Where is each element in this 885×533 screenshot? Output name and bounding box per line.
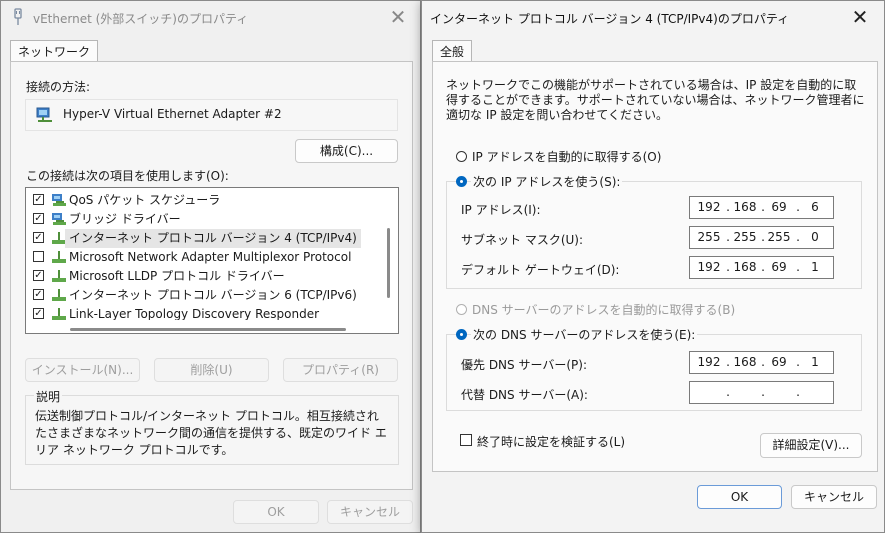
title-bar[interactable]: vEthernet (外部スイッチ)のプロパティ ✕ bbox=[1, 1, 420, 35]
octet: 6 bbox=[811, 200, 819, 214]
network-service-icon bbox=[52, 213, 66, 225]
tab-network[interactable]: ネットワーク bbox=[10, 40, 99, 62]
octet: 168 bbox=[733, 355, 757, 369]
ipv4-properties-window: インターネット プロトコル バージョン 4 (TCP/IPv4)のプロパティ ✕… bbox=[421, 0, 885, 533]
list-item-label: QoS パケット スケジューラ bbox=[69, 193, 221, 207]
ip-address-label: IP アドレス(I): bbox=[461, 203, 541, 217]
octet-separator: . bbox=[726, 385, 730, 399]
network-adapter-icon bbox=[14, 8, 22, 25]
tab-general[interactable]: 全般 bbox=[432, 40, 473, 62]
protocol-icon bbox=[52, 308, 66, 320]
components-list[interactable]: ✓ QoS パケット スケジューラ ✓ ブリッジ ドライバー ✓ インターネット… bbox=[25, 187, 399, 334]
validate-checkbox[interactable] bbox=[460, 434, 472, 446]
dns-manual-label: 次の DNS サーバーのアドレスを使う(E): bbox=[471, 326, 698, 343]
alternate-dns-input[interactable]: . . . bbox=[689, 381, 834, 404]
octet-separator: . bbox=[796, 385, 800, 399]
protocol-icon bbox=[52, 270, 66, 282]
close-icon: ✕ bbox=[851, 5, 869, 29]
ok-button[interactable]: OK bbox=[697, 485, 782, 509]
connect-using-label: 接続の方法: bbox=[26, 80, 91, 94]
list-item-label: Microsoft LLDP プロトコル ドライバー bbox=[69, 269, 285, 283]
checkbox[interactable]: ✓ bbox=[33, 270, 44, 281]
list-item-label: Microsoft Network Adapter Multiplexor Pr… bbox=[69, 250, 352, 264]
protocol-icon bbox=[52, 251, 66, 263]
ip-manual-radio[interactable] bbox=[456, 176, 467, 187]
octet: 255 bbox=[733, 230, 757, 244]
list-item-label: ブリッジ ドライバー bbox=[69, 212, 181, 226]
octet: 69 bbox=[771, 355, 787, 369]
ip-auto-radio[interactable] bbox=[456, 151, 467, 162]
checkbox[interactable] bbox=[33, 251, 44, 262]
gateway-label: デフォルト ゲートウェイ(D): bbox=[461, 263, 620, 277]
subnet-label: サブネット マスク(U): bbox=[461, 233, 584, 247]
advanced-button[interactable]: 詳細設定(V)... bbox=[760, 433, 862, 458]
dns-manual-group: 次の DNS サーバーのアドレスを使う(E): 優先 DNS サーバー(P): … bbox=[446, 326, 862, 411]
intro-text: ネットワークでこの機能がサポートされている場合は、IP 設定を自動的に取得するこ… bbox=[446, 78, 865, 122]
octet: 0 bbox=[811, 230, 819, 244]
octet: 255 bbox=[697, 230, 721, 244]
octet: 69 bbox=[771, 260, 787, 274]
octet: 255 bbox=[767, 230, 791, 244]
title-bar[interactable]: インターネット プロトコル バージョン 4 (TCP/IPv4)のプロパティ ✕ bbox=[422, 1, 884, 35]
description-text: 伝送制御プロトコル/インターネット プロトコル。相互接続されたさまざまなネットワ… bbox=[35, 409, 387, 457]
properties-button[interactable]: プロパティ(R) bbox=[283, 358, 398, 382]
list-item-label: インターネット プロトコル バージョン 4 (TCP/IPv4) bbox=[65, 229, 361, 248]
checkbox[interactable]: ✓ bbox=[33, 289, 44, 300]
protocol-icon bbox=[52, 289, 66, 301]
dns-auto-label: DNS サーバーのアドレスを自動的に取得する(B) bbox=[472, 303, 736, 317]
hscroll-track bbox=[26, 320, 398, 333]
install-button[interactable]: インストール(N)... bbox=[25, 358, 140, 382]
octet: 192 bbox=[697, 260, 721, 274]
tab-panel: 接続の方法: Hyper-V Virtual Ethernet Adapter … bbox=[10, 61, 413, 490]
close-button[interactable]: ✕ bbox=[380, 3, 416, 31]
adapter-box: Hyper-V Virtual Ethernet Adapter #2 bbox=[25, 99, 398, 131]
uninstall-button[interactable]: 削除(U) bbox=[154, 358, 269, 382]
adapter-name: Hyper-V Virtual Ethernet Adapter #2 bbox=[63, 107, 282, 121]
window-title: vEthernet (外部スイッチ)のプロパティ bbox=[33, 12, 249, 26]
items-label: この接続は次の項目を使用します(O): bbox=[26, 169, 229, 183]
network-service-icon bbox=[52, 194, 66, 206]
octet: 1 bbox=[811, 355, 819, 369]
description-label: 説明 bbox=[34, 388, 63, 405]
octet: 1 bbox=[811, 260, 819, 274]
ip-manual-label: 次の IP アドレスを使う(S): bbox=[471, 173, 623, 190]
checkbox[interactable]: ✓ bbox=[33, 232, 44, 243]
subnet-mask-input[interactable]: 255. 255. 255. 0 bbox=[689, 226, 834, 249]
octet-separator: . bbox=[761, 385, 765, 399]
validate-label: 終了時に設定を検証する(L) bbox=[477, 435, 626, 449]
gateway-input[interactable]: 192. 168. 69. 1 bbox=[689, 256, 834, 279]
octet: 168 bbox=[733, 260, 757, 274]
close-button[interactable]: ✕ bbox=[842, 3, 878, 31]
alternate-dns-label: 代替 DNS サーバー(A): bbox=[461, 388, 588, 402]
description-group: 説明 伝送制御プロトコル/インターネット プロトコル。相互接続されたさまざまなネ… bbox=[25, 388, 399, 465]
dns-auto-radio[interactable] bbox=[456, 304, 467, 315]
list-item-label: インターネット プロトコル バージョン 6 (TCP/IPv6) bbox=[69, 288, 357, 302]
network-adapter-properties-window: vEthernet (外部スイッチ)のプロパティ ✕ ネットワーク 接続の方法:… bbox=[0, 0, 421, 533]
network-adapter-icon bbox=[36, 107, 52, 122]
ip-address-input[interactable]: 192. 168. 69. 6 bbox=[689, 196, 834, 219]
tab-panel: ネットワークでこの機能がサポートされている場合は、IP 設定を自動的に取得するこ… bbox=[432, 61, 878, 472]
octet: 192 bbox=[697, 355, 721, 369]
window-title: インターネット プロトコル バージョン 4 (TCP/IPv4)のプロパティ bbox=[430, 12, 790, 26]
checkbox[interactable]: ✓ bbox=[33, 194, 44, 205]
close-icon: ✕ bbox=[389, 5, 407, 29]
octet: 192 bbox=[697, 200, 721, 214]
octet: 69 bbox=[771, 200, 787, 214]
checkbox[interactable]: ✓ bbox=[33, 213, 44, 224]
vertical-scrollbar[interactable] bbox=[387, 228, 390, 298]
ok-button[interactable]: OK bbox=[233, 500, 319, 524]
checkbox[interactable]: ✓ bbox=[33, 308, 44, 319]
ip-auto-label: IP アドレスを自動的に取得する(O) bbox=[472, 150, 662, 164]
cancel-button[interactable]: キャンセル bbox=[791, 485, 877, 509]
dns-manual-radio[interactable] bbox=[456, 329, 467, 340]
preferred-dns-label: 優先 DNS サーバー(P): bbox=[461, 358, 587, 372]
preferred-dns-input[interactable]: 192. 168. 69. 1 bbox=[689, 351, 834, 374]
configure-button[interactable]: 構成(C)... bbox=[295, 139, 398, 163]
ip-manual-group: 次の IP アドレスを使う(S): IP アドレス(I): 192. 168. … bbox=[446, 173, 862, 289]
octet: 168 bbox=[733, 200, 757, 214]
cancel-button[interactable]: キャンセル bbox=[327, 500, 413, 524]
horizontal-scrollbar[interactable] bbox=[70, 328, 346, 331]
